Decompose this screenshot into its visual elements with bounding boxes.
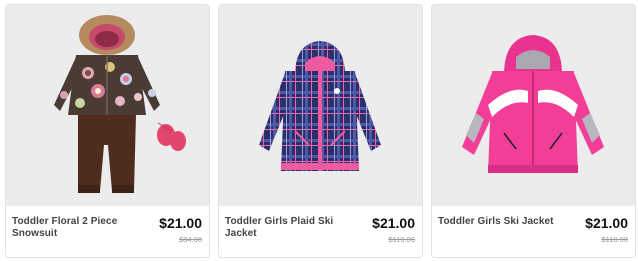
product-name[interactable]: Toddler Girls Plaid Ski Jacket xyxy=(225,216,350,240)
product-price: $21.00 xyxy=(372,215,415,231)
product-original-price: $110.00 xyxy=(601,235,628,244)
product-original-price: $84.00 xyxy=(179,235,202,244)
product-price: $21.00 xyxy=(159,215,202,231)
product-card-floral-snowsuit[interactable]: Toddler Floral 2 Piece Snowsuit $21.00 $… xyxy=(5,4,210,258)
product-image-plaid-ski-jacket[interactable] xyxy=(219,5,422,206)
product-grid: Toddler Floral 2 Piece Snowsuit $21.00 $… xyxy=(0,0,638,261)
product-name[interactable]: Toddler Girls Ski Jacket xyxy=(438,216,563,228)
product-card-girls-ski-jacket[interactable]: Toddler Girls Ski Jacket $21.00 $110.00 xyxy=(431,4,636,258)
product-name[interactable]: Toddler Floral 2 Piece Snowsuit xyxy=(12,216,137,240)
snowsuit-illustration xyxy=(6,5,209,206)
product-card-plaid-ski-jacket[interactable]: Toddler Girls Plaid Ski Jacket $21.00 $1… xyxy=(218,4,423,258)
plaid-jacket-illustration xyxy=(219,5,422,206)
product-image-floral-snowsuit[interactable] xyxy=(6,5,209,206)
product-image-girls-ski-jacket[interactable] xyxy=(432,5,635,206)
product-price: $21.00 xyxy=(585,215,628,231)
product-original-price: $110.00 xyxy=(388,235,415,244)
pink-jacket-illustration xyxy=(432,5,635,206)
